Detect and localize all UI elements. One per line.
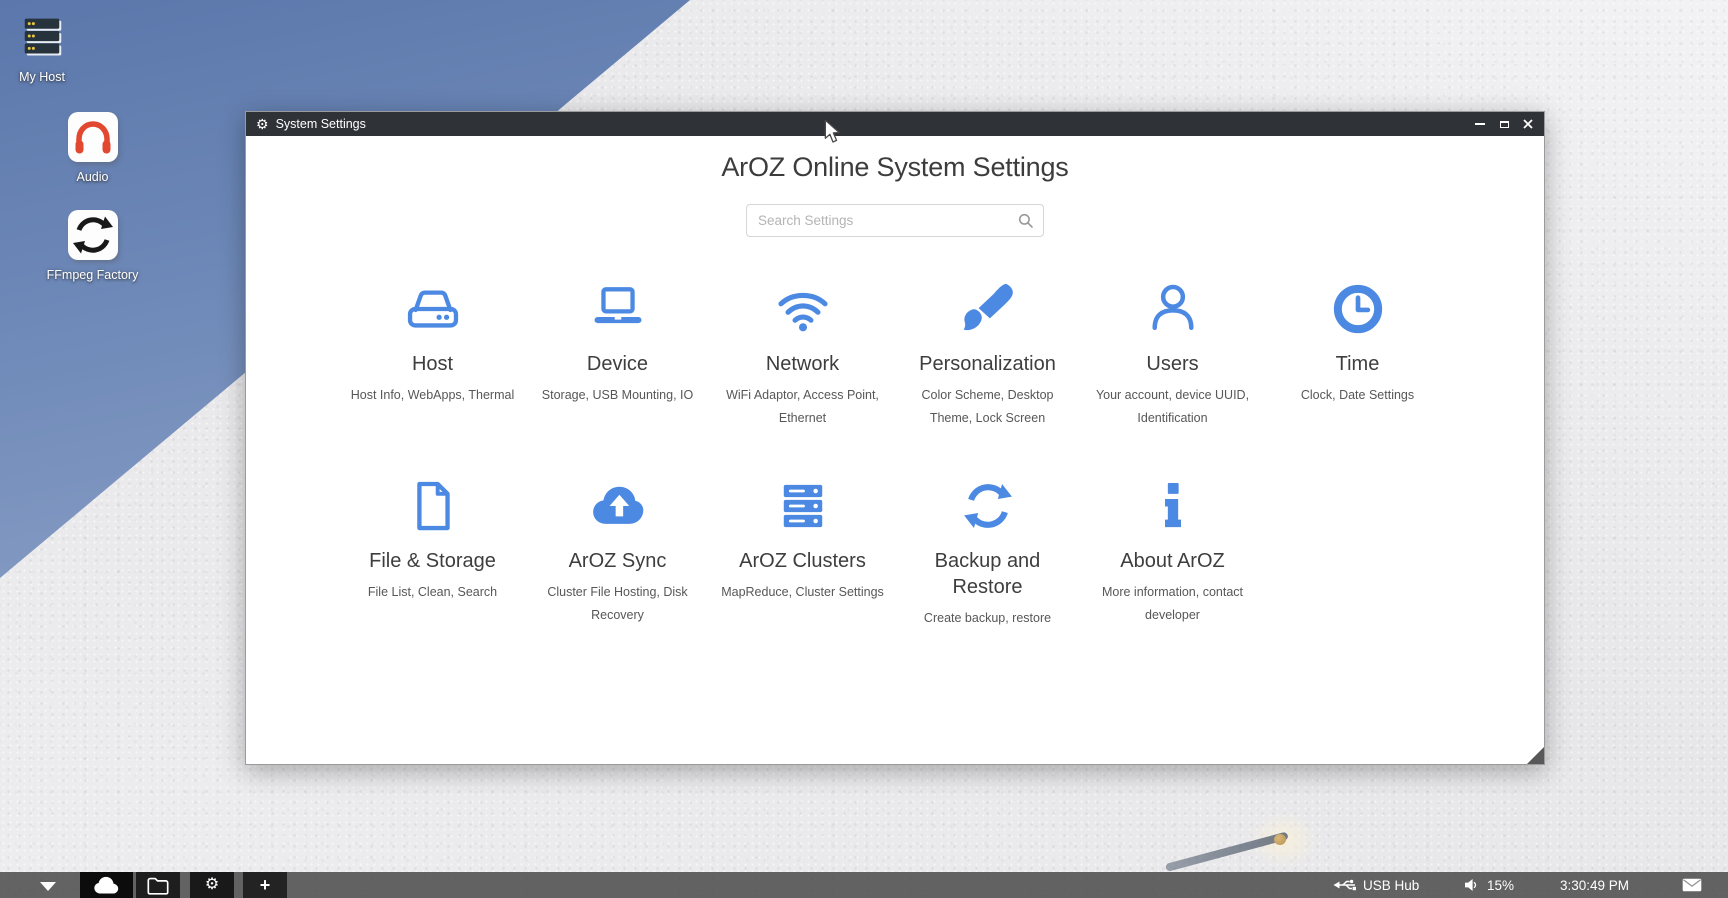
- wallpaper-pole-tip: [1274, 834, 1286, 845]
- volume-level[interactable]: 15%: [1487, 872, 1514, 898]
- settings-tile-subtitle: WiFi Adaptor, Access Point, Ethernet: [710, 384, 895, 430]
- envelope-icon[interactable]: [1682, 872, 1702, 898]
- usb-icon[interactable]: [1332, 872, 1360, 898]
- search-box: [746, 204, 1044, 237]
- taskbar-chevron-down-icon[interactable]: [40, 882, 56, 891]
- window-titlebar[interactable]: ⚙ System Settings: [246, 112, 1544, 136]
- settings-tile-device[interactable]: Device Storage, USB Mounting, IO: [525, 277, 710, 430]
- paintbrush-icon: [958, 279, 1018, 339]
- search-icon[interactable]: [1018, 213, 1034, 229]
- search-input[interactable]: [747, 205, 1043, 236]
- settings-tile-title: Time: [1265, 351, 1450, 377]
- headphones-icon: [69, 113, 117, 161]
- clock-label[interactable]: 3:30:49 PM: [1560, 872, 1629, 898]
- settings-tile-host[interactable]: Host Host Info, WebApps, Thermal: [340, 277, 525, 430]
- info-icon: [1143, 476, 1203, 536]
- desktop-icon-audio[interactable]: Audio: [0, 112, 185, 186]
- desktop-icon-label: My Host: [0, 69, 84, 86]
- settings-tile-subtitle: Your account, device UUID, Identificatio…: [1080, 384, 1265, 430]
- settings-tile-title: ArOZ Sync: [525, 548, 710, 574]
- settings-grid: Host Host Info, WebApps, Thermal Device …: [340, 277, 1450, 630]
- settings-tile-title: Network: [710, 351, 895, 377]
- desktop-icon-label: FFmpeg Factory: [0, 267, 185, 284]
- settings-tile-subtitle: Create backup, restore: [895, 607, 1080, 630]
- usb-hub-label[interactable]: USB Hub: [1363, 872, 1419, 898]
- settings-tile-title: Backup and Restore: [895, 548, 1080, 600]
- settings-tile-subtitle: Storage, USB Mounting, IO: [525, 384, 710, 407]
- settings-tile-users[interactable]: Users Your account, device UUID, Identif…: [1080, 277, 1265, 430]
- file-icon: [403, 476, 463, 536]
- close-button[interactable]: [1522, 118, 1534, 130]
- page-title: ArOZ Online System Settings: [246, 152, 1544, 183]
- window-controls: [1474, 118, 1534, 130]
- settings-tile-personalization[interactable]: Personalization Color Scheme, Desktop Th…: [895, 277, 1080, 430]
- settings-tile-subtitle: Cluster File Hosting, Disk Recovery: [525, 581, 710, 627]
- settings-tile-time[interactable]: Time Clock, Date Settings: [1265, 277, 1450, 430]
- settings-tile-title: Device: [525, 351, 710, 377]
- refresh-icon: [958, 476, 1018, 536]
- desktop-icon-ffmpeg-factory[interactable]: FFmpeg Factory: [0, 210, 185, 284]
- settings-tile-subtitle: More information, contact developer: [1080, 581, 1265, 627]
- speaker-icon[interactable]: [1464, 872, 1478, 898]
- settings-tile-title: Host: [340, 351, 525, 377]
- gear-icon: ⚙: [256, 117, 269, 131]
- laptop-icon: [588, 279, 648, 339]
- settings-tile-title: Users: [1080, 351, 1265, 377]
- folder-icon: [146, 875, 170, 896]
- recycle-icon: [69, 211, 117, 259]
- wifi-icon: [773, 279, 833, 339]
- settings-tile-subtitle: MapReduce, Cluster Settings: [710, 581, 895, 604]
- cloud-icon: [93, 875, 120, 895]
- taskbar-item-settings[interactable]: ⚙: [190, 872, 234, 898]
- user-icon: [1143, 279, 1203, 339]
- taskbar-item-cloud[interactable]: [80, 872, 133, 898]
- settings-tile-title: About ArOZ: [1080, 548, 1265, 574]
- settings-tile-file-storage[interactable]: File & Storage File List, Clean, Search: [340, 474, 525, 630]
- window-title: System Settings: [276, 117, 366, 131]
- hdd-icon: [403, 279, 463, 339]
- settings-tile-subtitle: Color Scheme, Desktop Theme, Lock Screen: [895, 384, 1080, 430]
- settings-tile-subtitle: Host Info, WebApps, Thermal: [340, 384, 525, 407]
- window-resize-handle[interactable]: [1527, 747, 1544, 764]
- maximize-button[interactable]: [1498, 118, 1510, 130]
- settings-tile-about-aroz[interactable]: About ArOZ More information, contact dev…: [1080, 474, 1265, 630]
- taskbar: ⚙ + USB Hub 15% 3:30:49 PM: [0, 872, 1728, 898]
- system-settings-window: ⚙ System Settings ArOZ Online System Set…: [245, 111, 1545, 765]
- plus-icon: +: [260, 876, 271, 894]
- settings-tile-title: ArOZ Clusters: [710, 548, 895, 574]
- minimize-button[interactable]: [1474, 118, 1486, 130]
- settings-tile-aroz-sync[interactable]: ArOZ Sync Cluster File Hosting, Disk Rec…: [525, 474, 710, 630]
- desktop-icon-my-host[interactable]: My Host: [0, 12, 84, 86]
- cloud-upload-icon: [588, 476, 648, 536]
- window-content: ArOZ Online System Settings Host Host In…: [246, 136, 1544, 764]
- settings-tile-backup-restore[interactable]: Backup and Restore Create backup, restor…: [895, 474, 1080, 630]
- server-stack-icon: [773, 476, 833, 536]
- settings-tile-subtitle: Clock, Date Settings: [1265, 384, 1450, 407]
- gear-icon: ⚙: [205, 877, 219, 893]
- clock-icon: [1328, 279, 1388, 339]
- settings-tile-aroz-clusters[interactable]: ArOZ Clusters MapReduce, Cluster Setting…: [710, 474, 895, 630]
- close-icon: [1523, 119, 1533, 129]
- settings-tile-network[interactable]: Network WiFi Adaptor, Access Point, Ethe…: [710, 277, 895, 430]
- taskbar-item-add[interactable]: +: [243, 872, 287, 898]
- desktop-icon-label: Audio: [0, 169, 185, 186]
- server-icon: [18, 13, 66, 61]
- settings-tile-subtitle: File List, Clean, Search: [340, 581, 525, 604]
- taskbar-item-files[interactable]: [136, 872, 180, 898]
- settings-tile-title: File & Storage: [340, 548, 525, 574]
- settings-tile-title: Personalization: [895, 351, 1080, 377]
